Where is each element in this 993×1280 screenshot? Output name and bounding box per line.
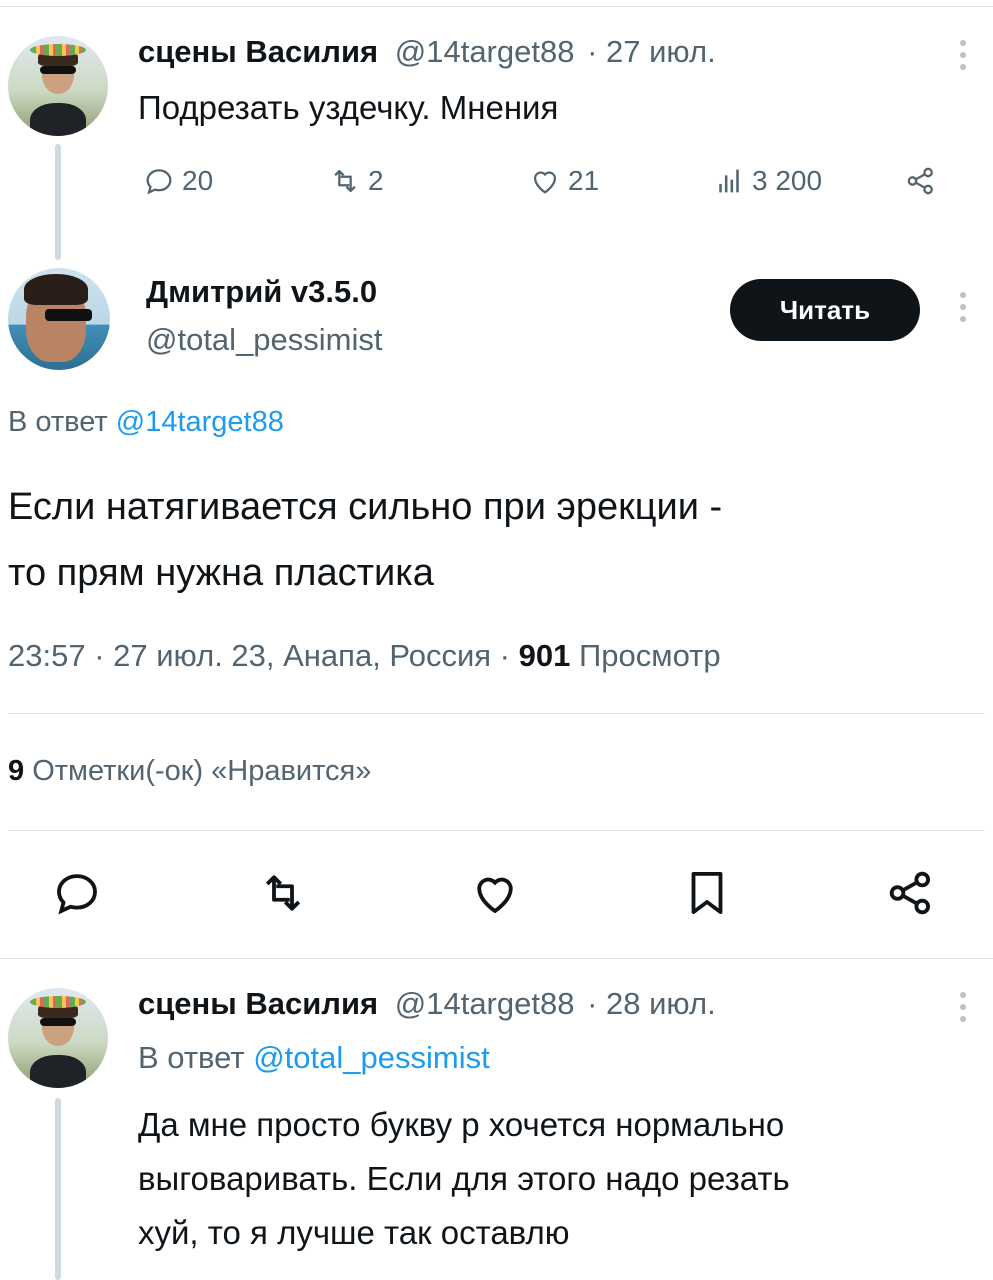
tweet-text: Да мне просто букву р хочется нормально … <box>138 1098 790 1260</box>
views-stat[interactable]: 3 200 <box>712 164 822 198</box>
likes-summary[interactable]: 9 Отметки(-ок) «Нравится» <box>8 755 371 788</box>
bookmark-icon <box>691 871 723 915</box>
reply-stat[interactable]: 20 <box>142 164 213 198</box>
views-label: Просмотр <box>579 638 721 673</box>
retweet-icon <box>265 875 301 911</box>
like-stat[interactable]: 21 <box>528 164 599 198</box>
avatar[interactable] <box>8 36 108 136</box>
share-icon <box>907 167 933 195</box>
tweet-date[interactable]: · 27 июл. <box>587 34 716 69</box>
bookmark-button[interactable] <box>680 866 734 925</box>
reply-handle-link[interactable]: @total_pessimist <box>253 1040 490 1075</box>
retweet-count: 2 <box>368 165 384 196</box>
tweet-text-line: Да мне просто букву р хочется нормально <box>138 1106 785 1143</box>
like-button[interactable] <box>468 866 522 925</box>
more-icon[interactable] <box>960 40 966 76</box>
author-handle[interactable]: @14target88 <box>395 986 575 1021</box>
like-count: 21 <box>568 165 600 196</box>
views-count: 901 <box>518 638 571 673</box>
reply-context: В ответ @14target88 <box>8 406 284 439</box>
reply-context: В ответ @total_pessimist <box>138 1040 490 1076</box>
tweet-meta: 23:57 · 27 июл. 23, Анапа, Россия · 901 … <box>8 638 721 674</box>
tweet-text-line: то прям нужна пластика <box>8 552 434 594</box>
reply-button[interactable] <box>50 866 104 925</box>
reply-icon <box>146 169 172 195</box>
tweet-text-line: выговаривать. Если для этого надо резать <box>138 1160 790 1197</box>
reply-count: 20 <box>182 165 214 196</box>
more-icon[interactable] <box>960 992 966 1028</box>
reply-icon <box>57 874 97 915</box>
likes-label: Отметки(-ок) «Нравится» <box>32 755 372 787</box>
reply-handle-link[interactable]: @14target88 <box>116 406 284 438</box>
tweet-date[interactable]: · 28 июл. <box>587 986 716 1021</box>
author-name[interactable]: сцены Василия <box>138 986 378 1021</box>
timestamp-location[interactable]: 23:57 · 27 июл. 23, Анапа, Россия · <box>8 638 510 673</box>
share-icon <box>889 871 931 915</box>
tweet-header: сцены Василия @14target88 · 28 июл. <box>138 986 716 1022</box>
retweet-button[interactable] <box>256 866 310 925</box>
tweet-text: Если натягивается сильно при эрекции - т… <box>8 474 722 606</box>
views-count: 3 200 <box>752 165 823 196</box>
tweet-header: сцены Василия @14target88 · 27 июл. <box>138 34 716 70</box>
views-icon <box>719 169 739 193</box>
reply-prefix: В ответ <box>8 406 108 438</box>
like-icon <box>477 877 513 914</box>
author-name[interactable]: сцены Василия <box>138 34 378 69</box>
follow-button[interactable]: Читать <box>730 279 920 341</box>
retweet-stat[interactable]: 2 <box>328 164 384 198</box>
divider <box>8 713 985 714</box>
author-name[interactable]: Дмитрий v3.5.0 <box>146 274 377 310</box>
share-button[interactable] <box>884 866 938 925</box>
reply-prefix: В ответ <box>138 1040 245 1075</box>
top-divider <box>0 6 993 7</box>
author-handle[interactable]: @total_pessimist <box>146 322 383 358</box>
tweet-text-line: Если натягивается сильно при эрекции - <box>8 486 723 528</box>
avatar[interactable] <box>8 268 110 370</box>
divider <box>8 830 985 831</box>
more-icon[interactable] <box>960 292 966 328</box>
avatar[interactable] <box>8 988 108 1088</box>
divider <box>0 958 993 959</box>
thread-line <box>55 144 61 260</box>
thread-line <box>55 1098 61 1280</box>
retweet-icon <box>334 169 356 193</box>
likes-count: 9 <box>8 755 25 787</box>
tweet-text-line: хуй, то я лучше так оставлю <box>138 1214 570 1251</box>
like-icon <box>533 171 557 194</box>
author-handle[interactable]: @14target88 <box>395 34 575 69</box>
share-button[interactable] <box>904 164 938 198</box>
tweet-text: Подрезать уздечку. Мнения <box>138 89 559 126</box>
